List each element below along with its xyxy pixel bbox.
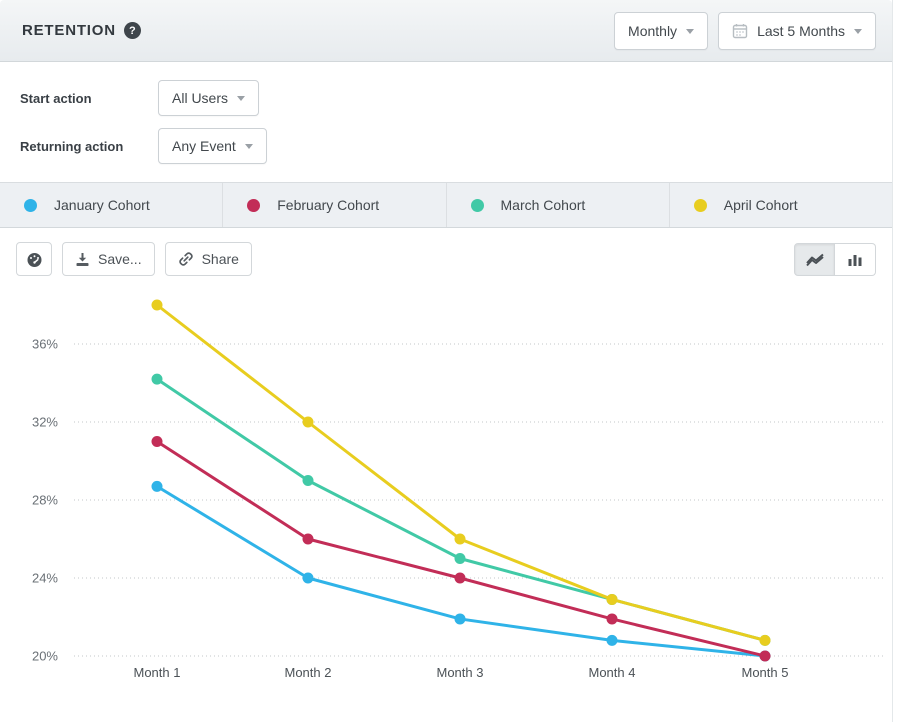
start-action-value: All Users bbox=[172, 90, 228, 106]
legend-label: February Cohort bbox=[277, 197, 379, 213]
bar-chart-toggle-button[interactable] bbox=[835, 243, 876, 276]
returning-action-label: Returning action bbox=[20, 139, 158, 154]
save-button-label: Save... bbox=[98, 251, 142, 267]
series-color-dot bbox=[694, 199, 707, 212]
series-color-dot bbox=[247, 199, 260, 212]
share-button-label: Share bbox=[202, 251, 239, 267]
save-button[interactable]: Save... bbox=[62, 242, 155, 276]
calendar-icon bbox=[732, 23, 748, 39]
chart-type-toggle bbox=[794, 243, 876, 276]
svg-text:Month 2: Month 2 bbox=[285, 665, 332, 680]
svg-text:Month 4: Month 4 bbox=[589, 665, 636, 680]
series-color-dot bbox=[471, 199, 484, 212]
bar-chart-icon bbox=[847, 252, 863, 267]
chevron-down-icon bbox=[245, 144, 253, 149]
svg-text:Month 3: Month 3 bbox=[437, 665, 484, 680]
svg-text:Month 1: Month 1 bbox=[134, 665, 181, 680]
svg-text:24%: 24% bbox=[32, 571, 58, 586]
svg-text:Month 5: Month 5 bbox=[742, 665, 789, 680]
chevron-down-icon bbox=[854, 29, 862, 34]
share-button[interactable]: Share bbox=[165, 242, 252, 276]
help-icon[interactable]: ? bbox=[124, 22, 141, 39]
line-chart-toggle-button[interactable] bbox=[794, 243, 835, 276]
chevron-down-icon bbox=[686, 29, 694, 34]
start-action-dropdown[interactable]: All Users bbox=[158, 80, 259, 116]
returning-action-dropdown[interactable]: Any Event bbox=[158, 128, 267, 164]
legend-label: March Cohort bbox=[501, 197, 586, 213]
legend-item-march-cohort[interactable]: March Cohort bbox=[447, 183, 670, 227]
date-range-dropdown-value: Last 5 Months bbox=[757, 23, 845, 39]
link-icon bbox=[178, 251, 194, 267]
legend-item-april-cohort[interactable]: April Cohort bbox=[670, 183, 892, 227]
series-color-dot bbox=[24, 199, 37, 212]
svg-text:28%: 28% bbox=[32, 493, 58, 508]
legend-label: April Cohort bbox=[724, 197, 798, 213]
granularity-dropdown[interactable]: Monthly bbox=[614, 12, 708, 50]
cohort-legend: January Cohort February Cohort March Coh… bbox=[0, 182, 892, 228]
line-chart-icon bbox=[805, 251, 825, 267]
granularity-dropdown-value: Monthly bbox=[628, 23, 677, 39]
start-action-label: Start action bbox=[20, 91, 158, 106]
speedometer-icon bbox=[26, 251, 43, 268]
legend-item-february-cohort[interactable]: February Cohort bbox=[223, 183, 446, 227]
svg-text:32%: 32% bbox=[32, 415, 58, 430]
chart-section: Save... Share bbox=[0, 228, 892, 709]
page-title: RETENTION bbox=[22, 22, 116, 39]
retention-report-card: RETENTION ? Monthly bbox=[0, 0, 893, 722]
chart-toolbar: Save... Share bbox=[0, 228, 892, 276]
filters-panel: Start action All Users Returning action … bbox=[0, 62, 892, 182]
svg-text:36%: 36% bbox=[32, 337, 58, 352]
report-header: RETENTION ? Monthly bbox=[0, 0, 892, 62]
legend-item-january-cohort[interactable]: January Cohort bbox=[0, 183, 223, 227]
returning-action-value: Any Event bbox=[172, 138, 236, 154]
download-icon bbox=[75, 252, 90, 267]
legend-label: January Cohort bbox=[54, 197, 150, 213]
add-to-dashboard-button[interactable] bbox=[16, 242, 52, 276]
retention-line-chart[interactable]: 36% 32% 28% 24% 20% Month 1 Month 2 Month 3 Mont… bbox=[0, 281, 893, 709]
date-range-dropdown[interactable]: Last 5 Months bbox=[718, 12, 876, 50]
chevron-down-icon bbox=[237, 96, 245, 101]
svg-text:20%: 20% bbox=[32, 649, 58, 664]
